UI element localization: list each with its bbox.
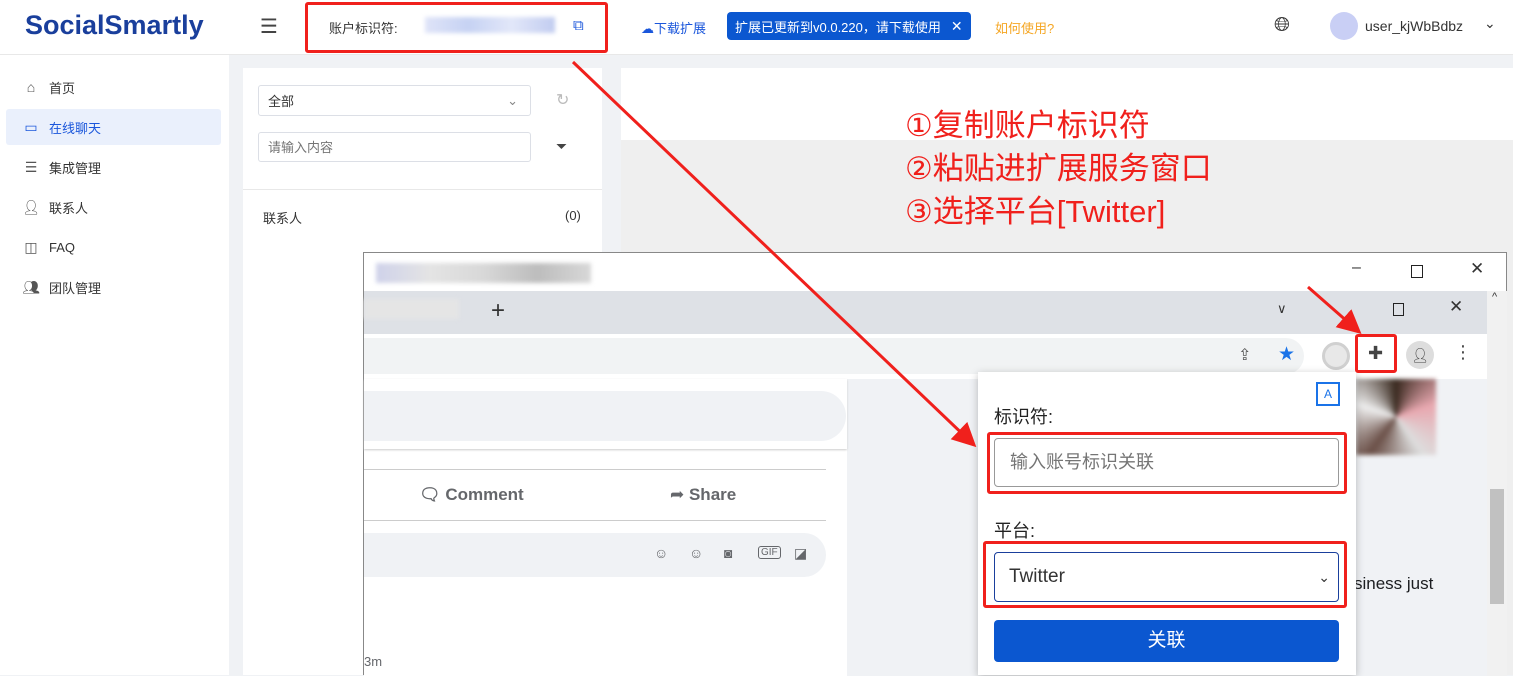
arrow-to-identifier (571, 60, 977, 448)
annotation-arrows (571, 60, 1362, 448)
arrow-to-extension (1307, 285, 1362, 334)
